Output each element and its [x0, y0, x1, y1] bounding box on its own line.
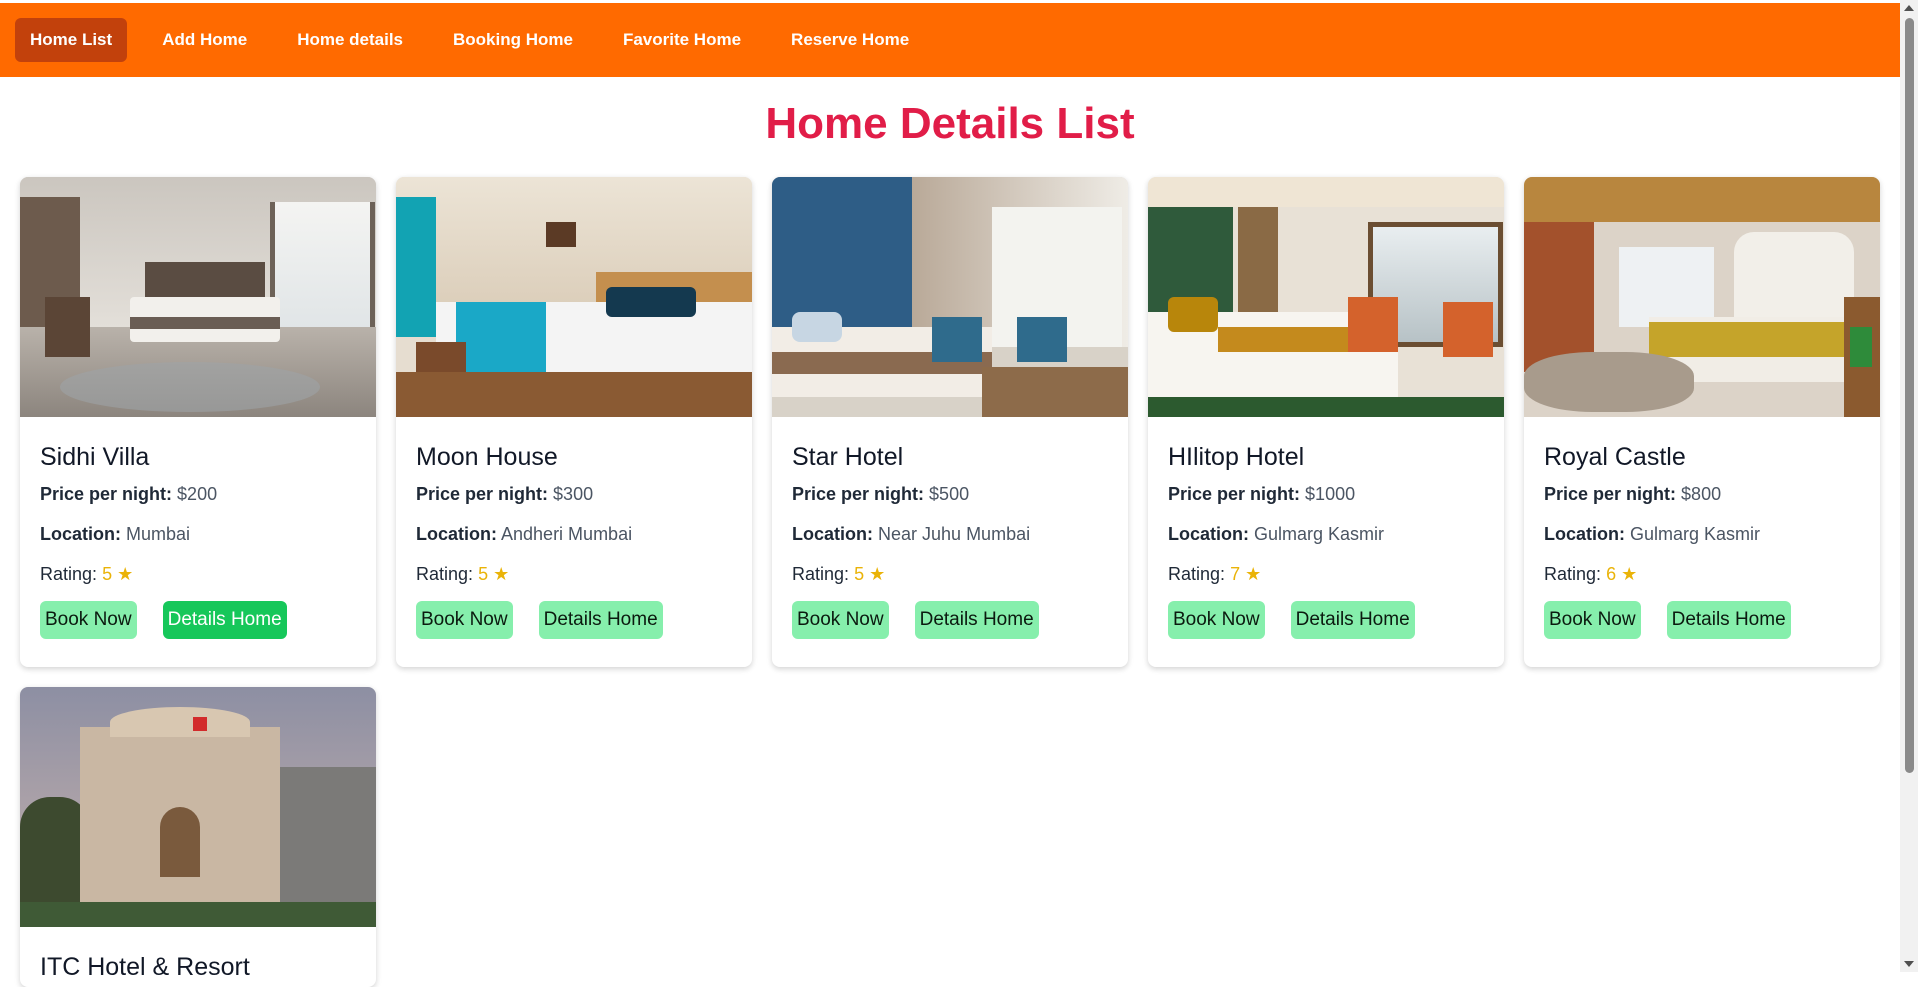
location-line: Location: Near Juhu Mumbai: [792, 523, 1108, 545]
rating-label: Rating:: [1168, 564, 1226, 584]
scroll-thumb[interactable]: [1905, 18, 1914, 773]
price-line: Price per night: $1000: [1168, 483, 1484, 505]
scroll-up-arrow-icon[interactable]: [1904, 5, 1914, 11]
book-now-button[interactable]: Book Now: [1544, 601, 1641, 639]
rating-value: 6: [1606, 564, 1617, 584]
vertical-scrollbar[interactable]: [1900, 0, 1918, 972]
location-line: Location: Mumbai: [40, 523, 356, 545]
location-label: Location:: [416, 524, 497, 544]
location-label: Location:: [792, 524, 873, 544]
star-icon: ★: [869, 564, 886, 584]
rating-line: Rating: 7 ★: [1168, 563, 1484, 585]
scroll-down-arrow-icon[interactable]: [1904, 961, 1914, 967]
rating-label: Rating:: [792, 564, 850, 584]
rating-value: 5: [854, 564, 865, 584]
home-card: Star Hotel Price per night: $500 Locatio…: [772, 177, 1128, 667]
location-label: Location:: [40, 524, 121, 544]
home-photo-bedroom: [20, 177, 376, 417]
home-card: Royal Castle Price per night: $800 Locat…: [1524, 177, 1880, 667]
price-label: Price per night:: [1168, 484, 1301, 504]
home-name: HIlitop Hotel: [1168, 443, 1305, 471]
home-photo-bedroom: [1148, 177, 1504, 417]
book-now-button[interactable]: Book Now: [792, 601, 889, 639]
book-now-button[interactable]: Book Now: [416, 601, 513, 639]
location-value: Near Juhu Mumbai: [878, 524, 1031, 544]
nav-add-home[interactable]: Add Home: [147, 18, 262, 62]
location-label: Location:: [1544, 524, 1625, 544]
price-label: Price per night:: [1544, 484, 1677, 504]
home-name: Sidhi Villa: [40, 443, 150, 471]
rating-line: Rating: 5 ★: [792, 563, 1108, 585]
location-line: Location: Andheri Mumbai: [416, 523, 732, 545]
location-value: Gulmarg Kasmir: [1630, 524, 1761, 544]
top-navbar: Home List Add Home Home details Booking …: [0, 3, 1900, 77]
nav-home-details[interactable]: Home details: [282, 18, 418, 62]
rating-line: Rating: 6 ★: [1544, 563, 1860, 585]
home-card: HIlitop Hotel Price per night: $1000 Loc…: [1148, 177, 1504, 667]
rating-value: 5: [478, 564, 489, 584]
location-value: Gulmarg Kasmir: [1254, 524, 1385, 544]
home-card: Sidhi Villa Price per night: $200 Locati…: [20, 177, 376, 667]
details-home-button[interactable]: Details Home: [914, 601, 1039, 639]
price-value: $800: [1681, 484, 1722, 504]
rating-line: Rating: 5 ★: [416, 563, 732, 585]
rating-label: Rating:: [1544, 564, 1602, 584]
book-now-button[interactable]: Book Now: [1168, 601, 1265, 639]
location-line: Location: Gulmarg Kasmir: [1544, 523, 1860, 545]
home-photo-hotel-exterior: [20, 687, 376, 927]
home-name: Moon House: [416, 443, 558, 471]
price-line: Price per night: $500: [792, 483, 1108, 505]
price-line: Price per night: $300: [416, 483, 732, 505]
details-home-button[interactable]: Details Home: [1666, 601, 1791, 639]
location-value: Andheri Mumbai: [501, 524, 633, 544]
nav-reserve-home[interactable]: Reserve Home: [776, 18, 924, 62]
page-title: Home Details List: [765, 99, 1135, 148]
rating-line: Rating: 5 ★: [40, 563, 356, 585]
location-label: Location:: [1168, 524, 1249, 544]
price-line: Price per night: $200: [40, 483, 356, 505]
home-name: Star Hotel: [792, 443, 904, 471]
details-home-button[interactable]: Details Home: [1290, 601, 1415, 639]
rating-label: Rating:: [40, 564, 98, 584]
home-card-grid: Sidhi Villa Price per night: $200 Locati…: [20, 177, 1882, 987]
details-home-button[interactable]: Details Home: [162, 601, 287, 639]
price-value: $300: [553, 484, 594, 504]
details-home-button[interactable]: Details Home: [538, 601, 663, 639]
star-icon: ★: [117, 564, 134, 584]
location-line: Location: Gulmarg Kasmir: [1168, 523, 1484, 545]
home-photo-bedroom: [1524, 177, 1880, 417]
price-label: Price per night:: [40, 484, 173, 504]
star-icon: ★: [1621, 564, 1638, 584]
book-now-button[interactable]: Book Now: [40, 601, 137, 639]
home-card: Moon House Price per night: $300 Locatio…: [396, 177, 752, 667]
price-value: $1000: [1305, 484, 1356, 504]
nav-favorite-home[interactable]: Favorite Home: [608, 18, 756, 62]
price-line: Price per night: $800: [1544, 483, 1860, 505]
star-icon: ★: [493, 564, 510, 584]
rating-label: Rating:: [416, 564, 474, 584]
rating-value: 5: [102, 564, 113, 584]
location-value: Mumbai: [126, 524, 191, 544]
home-photo-bedroom: [772, 177, 1128, 417]
rating-value: 7: [1230, 564, 1241, 584]
price-value: $200: [177, 484, 218, 504]
star-icon: ★: [1245, 564, 1262, 584]
home-card: ITC Hotel & Resort: [20, 687, 376, 987]
home-name: ITC Hotel & Resort: [40, 953, 250, 981]
nav-booking-home[interactable]: Booking Home: [438, 18, 588, 62]
home-name: Royal Castle: [1544, 443, 1686, 471]
price-label: Price per night:: [792, 484, 925, 504]
price-value: $500: [929, 484, 970, 504]
home-photo-bedroom: [396, 177, 752, 417]
nav-home-list[interactable]: Home List: [15, 18, 128, 62]
price-label: Price per night:: [416, 484, 549, 504]
